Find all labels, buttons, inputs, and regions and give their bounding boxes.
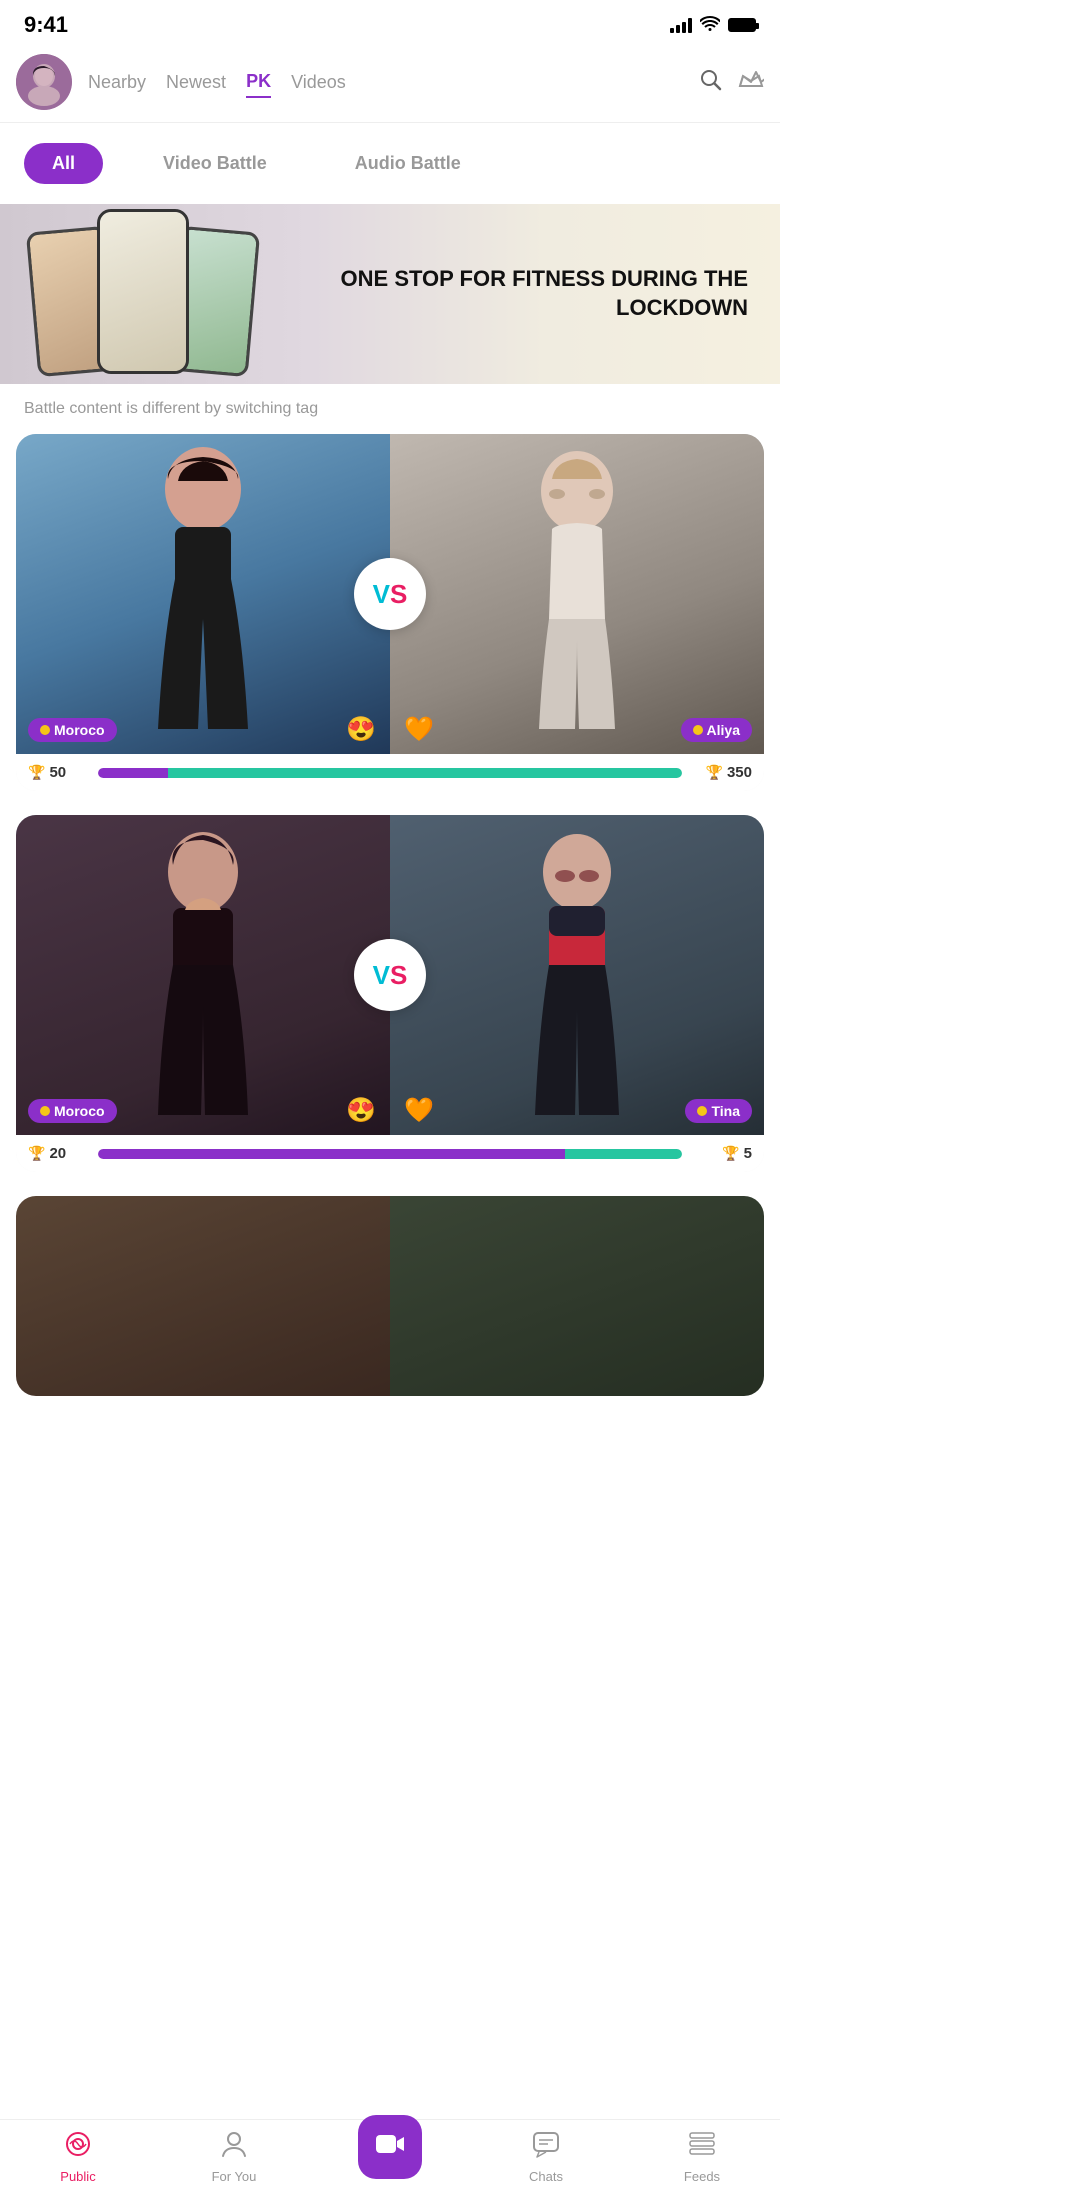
tab-videos[interactable]: Videos	[291, 68, 346, 97]
battle-right-player-2: Tina 🧡	[390, 815, 764, 1135]
nav-for-you[interactable]: For You	[156, 2130, 312, 2184]
left-emoji-1: 😍	[346, 715, 376, 744]
header-nav: Nearby Newest PK Videos	[0, 46, 780, 123]
for-you-icon	[221, 2130, 247, 2165]
battle-images-3	[16, 1196, 764, 1396]
progress-bar-1	[98, 768, 682, 778]
vs-circle-2: VS	[354, 939, 426, 1011]
tab-newest[interactable]: Newest	[166, 68, 226, 97]
battle-progress-2: 🏆 20 🏆 5	[16, 1135, 764, 1172]
left-player-label-2: Moroco	[28, 1099, 117, 1123]
left-emoji-2: 😍	[346, 1096, 376, 1125]
right-score-2: 🏆 5	[682, 1145, 752, 1162]
search-icon[interactable]	[698, 67, 722, 97]
filter-video-battle-button[interactable]: Video Battle	[135, 143, 295, 184]
player-dot	[693, 725, 703, 735]
wifi-icon	[700, 15, 720, 36]
left-score-2: 🏆 20	[28, 1145, 98, 1162]
battle-progress-1: 🏆 50 🏆 350	[16, 754, 764, 791]
feeds-icon	[688, 2130, 716, 2165]
trophy-icon-right-1: 🏆	[706, 764, 723, 781]
signal-icon	[670, 17, 692, 33]
for-you-label: For You	[212, 2169, 257, 2184]
progress-fill-left-1	[98, 768, 168, 778]
battle-left-player-3	[16, 1196, 390, 1396]
avatar[interactable]	[16, 54, 72, 110]
trophy-icon-right-2: 🏆	[722, 1145, 739, 1162]
progress-bar-2	[98, 1149, 682, 1159]
chats-icon	[532, 2130, 560, 2165]
feeds-label: Feeds	[684, 2169, 720, 2184]
player-dot	[40, 725, 50, 735]
battery-icon	[728, 18, 756, 32]
battle-images-2: Moroco 😍 VS Tina	[16, 815, 764, 1135]
left-player-label-1: Moroco	[28, 718, 117, 742]
right-emoji-1: 🧡	[404, 715, 434, 744]
nav-icons	[698, 67, 764, 97]
right-emoji-2: 🧡	[404, 1096, 434, 1125]
battle-left-player-1: Moroco 😍	[16, 434, 390, 754]
nav-chats[interactable]: Chats	[468, 2130, 624, 2184]
bottom-nav: Public For You	[0, 2119, 780, 2200]
player-dot	[697, 1106, 707, 1116]
battle-right-player-1: Aliya 🧡	[390, 434, 764, 754]
public-label: Public	[60, 2169, 95, 2184]
player-dot	[40, 1106, 50, 1116]
status-bar: 9:41	[0, 0, 780, 46]
nav-public[interactable]: Public	[0, 2130, 156, 2184]
filter-bar: All Video Battle Audio Battle	[0, 123, 780, 204]
battle-card-2[interactable]: Moroco 😍 VS Tina	[16, 815, 764, 1172]
nav-go-live[interactable]	[312, 2135, 468, 2179]
status-icons	[670, 15, 756, 36]
crown-icon[interactable]	[738, 68, 764, 96]
battle-right-player-3	[390, 1196, 764, 1396]
go-live-icon	[375, 2131, 405, 2164]
filter-subtitle: Battle content is different by switching…	[0, 384, 780, 434]
filter-all-button[interactable]: All	[24, 143, 103, 184]
progress-fill-right-2	[565, 1149, 682, 1159]
filter-audio-battle-button[interactable]: Audio Battle	[327, 143, 489, 184]
public-icon	[64, 2130, 92, 2165]
battle-images-1: Moroco 😍 VS Aliya	[16, 434, 764, 754]
banner-text: ONE STOP FOR FITNESS DURING THE LOCKDOWN	[254, 265, 748, 322]
tab-nearby[interactable]: Nearby	[88, 68, 146, 97]
vs-circle-1: VS	[354, 558, 426, 630]
left-score-1: 🏆 50	[28, 764, 98, 781]
trophy-icon-left-1: 🏆	[28, 764, 45, 781]
right-player-label-1: Aliya	[681, 718, 752, 742]
battle-card-1[interactable]: Moroco 😍 VS Aliya	[16, 434, 764, 791]
progress-fill-right-1	[168, 768, 682, 778]
trophy-icon-left-2: 🏆	[28, 1145, 45, 1162]
tab-pk[interactable]: PK	[246, 67, 271, 98]
right-score-1: 🏆 350	[682, 764, 752, 781]
right-player-label-2: Tina	[685, 1099, 752, 1123]
battle-card-3[interactable]	[16, 1196, 764, 1396]
status-time: 9:41	[24, 12, 68, 38]
go-live-button[interactable]	[358, 2115, 422, 2179]
chats-label: Chats	[529, 2169, 563, 2184]
nav-feeds[interactable]: Feeds	[624, 2130, 780, 2184]
avatar-image	[16, 54, 72, 110]
progress-fill-left-2	[98, 1149, 565, 1159]
nav-tabs: Nearby Newest PK Videos	[88, 67, 690, 98]
promo-banner[interactable]: GOLD'SGYM ONE STOP FOR FITNESS DURING TH…	[0, 204, 780, 384]
battle-left-player-2: Moroco 😍	[16, 815, 390, 1135]
